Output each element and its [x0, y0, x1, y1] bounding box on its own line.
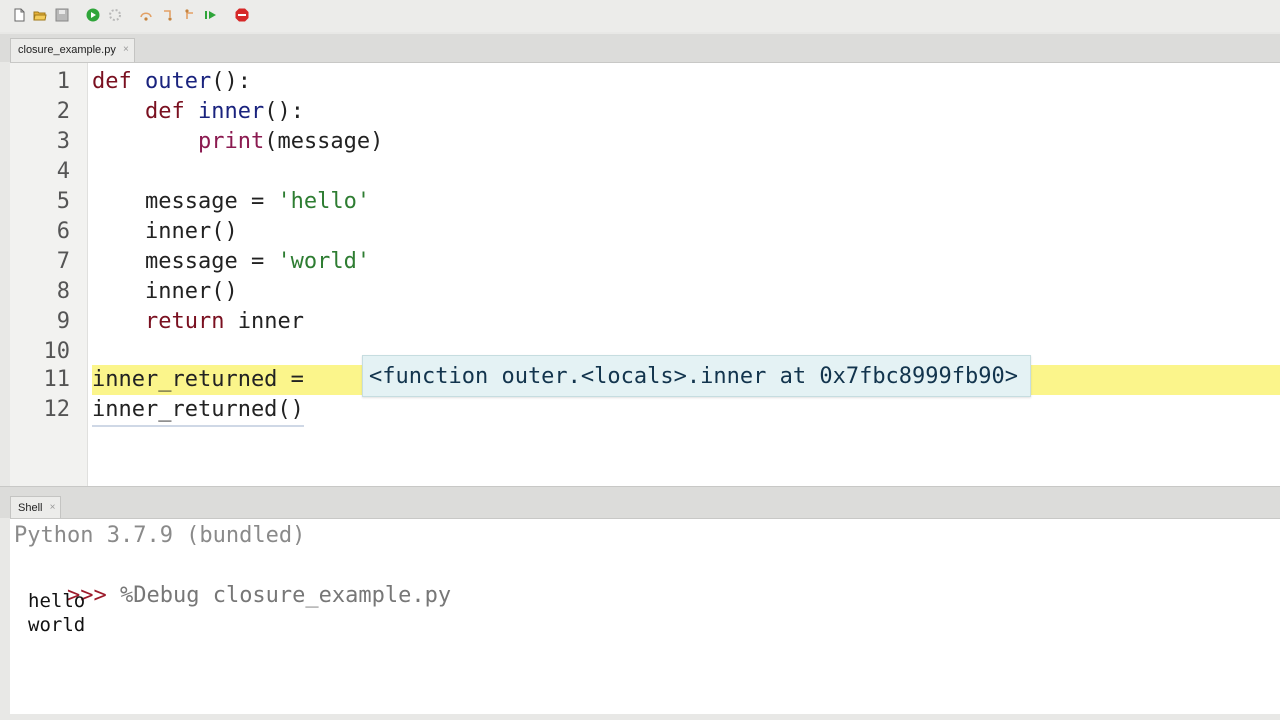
code-line: 6 inner()	[10, 217, 1280, 247]
value-tooltip: <function outer.<locals>.inner at 0x7fbc…	[362, 355, 1032, 397]
code-line: 12 inner_returned()	[10, 395, 1280, 427]
line-number: 12	[43, 397, 71, 422]
line-number: 3	[56, 129, 70, 154]
code-line: 1 def outer():	[10, 67, 1280, 97]
line-number: 10	[43, 339, 71, 364]
shell-tab-bar: Shell ×	[0, 486, 1280, 519]
shell-banner: Python 3.7.9 (bundled)	[14, 523, 306, 548]
step-into-icon[interactable]	[161, 8, 175, 22]
line-number: 5	[56, 189, 70, 214]
code-line: 3 print(message)	[10, 127, 1280, 157]
line-number: 6	[56, 219, 70, 244]
line-number: 9	[56, 309, 70, 334]
step-over-icon[interactable]	[139, 8, 153, 22]
code-text: message = 'hello'	[92, 189, 371, 214]
code-text: print(message)	[197, 129, 384, 154]
line-number: 8	[56, 279, 70, 304]
line-number: 1	[56, 69, 70, 94]
toolbar	[0, 0, 1280, 32]
line-number: 7	[56, 249, 70, 274]
shell-output-line: hello	[28, 590, 86, 612]
open-folder-icon[interactable]	[33, 8, 47, 22]
save-icon[interactable]	[55, 8, 69, 22]
shell-command: %Debug closure_example.py	[119, 583, 452, 608]
code-text: return inner	[144, 309, 304, 334]
tab-closure-example[interactable]: closure_example.py ×	[10, 38, 135, 62]
resume-icon[interactable]	[204, 8, 218, 22]
line-number: 2	[56, 99, 70, 124]
code-text: def outer():	[92, 69, 251, 94]
code-line: 4	[10, 157, 1280, 187]
close-icon[interactable]: ×	[50, 497, 56, 519]
step-out-icon[interactable]	[183, 8, 197, 22]
new-file-icon[interactable]	[12, 8, 26, 22]
code-editor[interactable]: 1 def outer(): 2 def inner(): 3 print(me…	[10, 62, 1280, 486]
code-line: 5 message = 'hello'	[10, 187, 1280, 217]
code-text: inner()	[92, 279, 238, 304]
code-text: inner_returned()	[92, 395, 304, 427]
stop-icon[interactable]	[235, 8, 249, 22]
code-text: message = 'world'	[92, 249, 371, 274]
code-text: def inner():	[144, 99, 304, 124]
code-line: 2 def inner():	[10, 97, 1280, 127]
tab-label: closure_example.py	[18, 44, 116, 56]
shell-output-line: world	[28, 614, 86, 636]
editor-tab-bar: closure_example.py ×	[0, 34, 1280, 62]
tab-label: Shell	[18, 502, 43, 514]
run-icon[interactable]	[86, 8, 100, 22]
debug-icon[interactable]	[108, 8, 122, 22]
line-number: 4	[56, 159, 70, 184]
shell-panel[interactable]: Python 3.7.9 (bundled) >>> %Debug closur…	[10, 518, 1280, 714]
line-number: 11	[43, 367, 71, 392]
code-text: inner_returned =	[92, 367, 318, 392]
code-line: 8 inner()	[10, 277, 1280, 307]
close-icon[interactable]: ×	[123, 39, 129, 61]
code-line: 7 message = 'world'	[10, 247, 1280, 277]
code-text: inner()	[92, 219, 238, 244]
tab-shell[interactable]: Shell ×	[10, 496, 62, 519]
code-line: 9 return inner	[10, 307, 1280, 337]
